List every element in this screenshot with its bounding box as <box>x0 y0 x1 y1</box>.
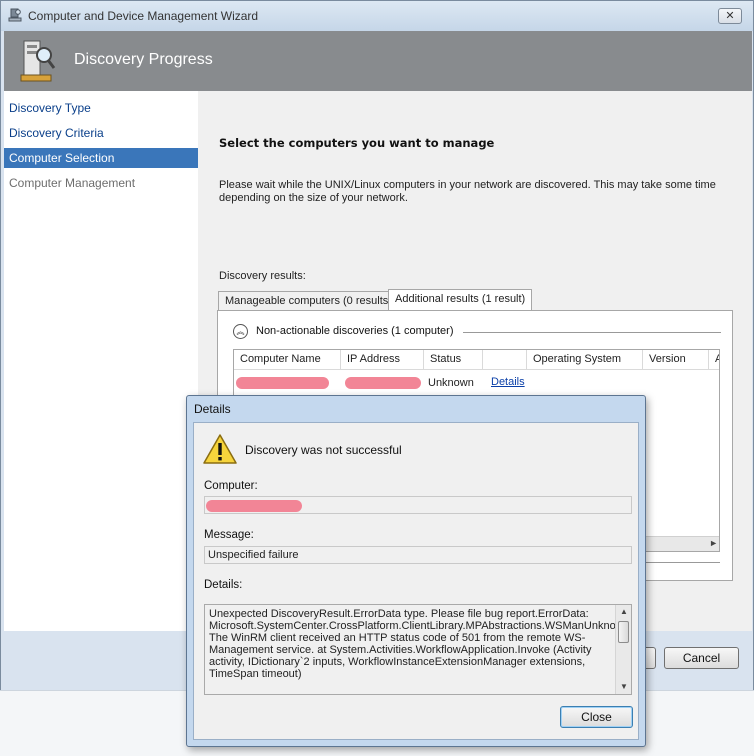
column-header-computer-name[interactable]: Computer Name <box>234 350 341 370</box>
status-cell: Unknown <box>428 377 474 389</box>
nav-item-computer-selection[interactable]: Computer Selection <box>4 148 198 168</box>
title-bar: Computer and Device Management Wizard ✕ <box>1 1 753 31</box>
tab-manageable-computers[interactable]: Manageable computers (0 results) <box>218 291 399 311</box>
dialog-title: Details <box>194 402 231 416</box>
column-header-blank[interactable] <box>483 350 527 370</box>
redacted-computer-name <box>236 377 329 389</box>
collapse-chevron-icon[interactable]: ︽ <box>233 324 248 339</box>
tab-additional-results[interactable]: Additional results (1 result) <box>388 289 533 311</box>
dialog-message: Discovery was not successful <box>245 443 402 457</box>
dialog-body: Discovery was not successful Computer: M… <box>193 422 639 740</box>
nav-item-discovery-criteria[interactable]: Discovery Criteria <box>4 123 198 143</box>
computer-label: Computer: <box>204 480 258 492</box>
column-header-truncated[interactable]: A <box>709 350 719 370</box>
window-close-button[interactable]: ✕ <box>718 8 742 24</box>
column-header-version[interactable]: Version <box>643 350 709 370</box>
close-button[interactable]: Close <box>560 706 633 728</box>
results-label: Discovery results: <box>219 270 306 282</box>
details-text: Unexpected DiscoveryResult.ErrorData typ… <box>209 608 631 680</box>
column-header-ip-address[interactable]: IP Address <box>341 350 424 370</box>
warning-icon <box>203 434 237 464</box>
computer-discovery-icon <box>20 40 56 82</box>
message-field: Unspecified failure <box>204 546 632 564</box>
group-divider <box>463 332 721 333</box>
page-title: Discovery Progress <box>74 51 213 68</box>
redacted-computer <box>206 500 302 512</box>
scroll-down-icon[interactable]: ▼ <box>620 681 628 693</box>
wizard-steps-nav: Discovery Type Discovery Criteria Comput… <box>4 91 198 631</box>
redacted-ip-address <box>345 377 421 389</box>
section-description: Please wait while the UNIX/Linux compute… <box>219 179 716 204</box>
details-textarea[interactable]: Unexpected DiscoveryResult.ErrorData typ… <box>204 604 632 695</box>
scroll-up-icon[interactable]: ▲ <box>620 606 628 618</box>
details-dialog: Details Discovery was not successful Com… <box>186 395 646 747</box>
details-link[interactable]: Details <box>491 376 525 388</box>
section-heading: Select the computers you want to manage <box>219 136 495 150</box>
column-header-status[interactable]: Status <box>424 350 483 370</box>
vertical-scrollbar[interactable]: ▲ ▼ <box>615 605 631 694</box>
nav-item-computer-management: Computer Management <box>9 176 136 190</box>
group-label: Non-actionable discoveries (1 computer) <box>256 325 454 337</box>
scroll-right-icon[interactable]: ► <box>709 538 718 548</box>
scroll-thumb[interactable] <box>618 621 629 643</box>
window-title: Computer and Device Management Wizard <box>28 9 259 23</box>
column-header-operating-system[interactable]: Operating System <box>527 350 643 370</box>
cancel-button[interactable]: Cancel <box>664 647 739 669</box>
nav-item-discovery-type[interactable]: Discovery Type <box>4 98 198 118</box>
details-label: Details: <box>204 579 243 591</box>
header-banner: Discovery Progress <box>4 31 752 91</box>
wizard-app-icon <box>8 8 22 22</box>
message-label: Message: <box>204 529 254 541</box>
